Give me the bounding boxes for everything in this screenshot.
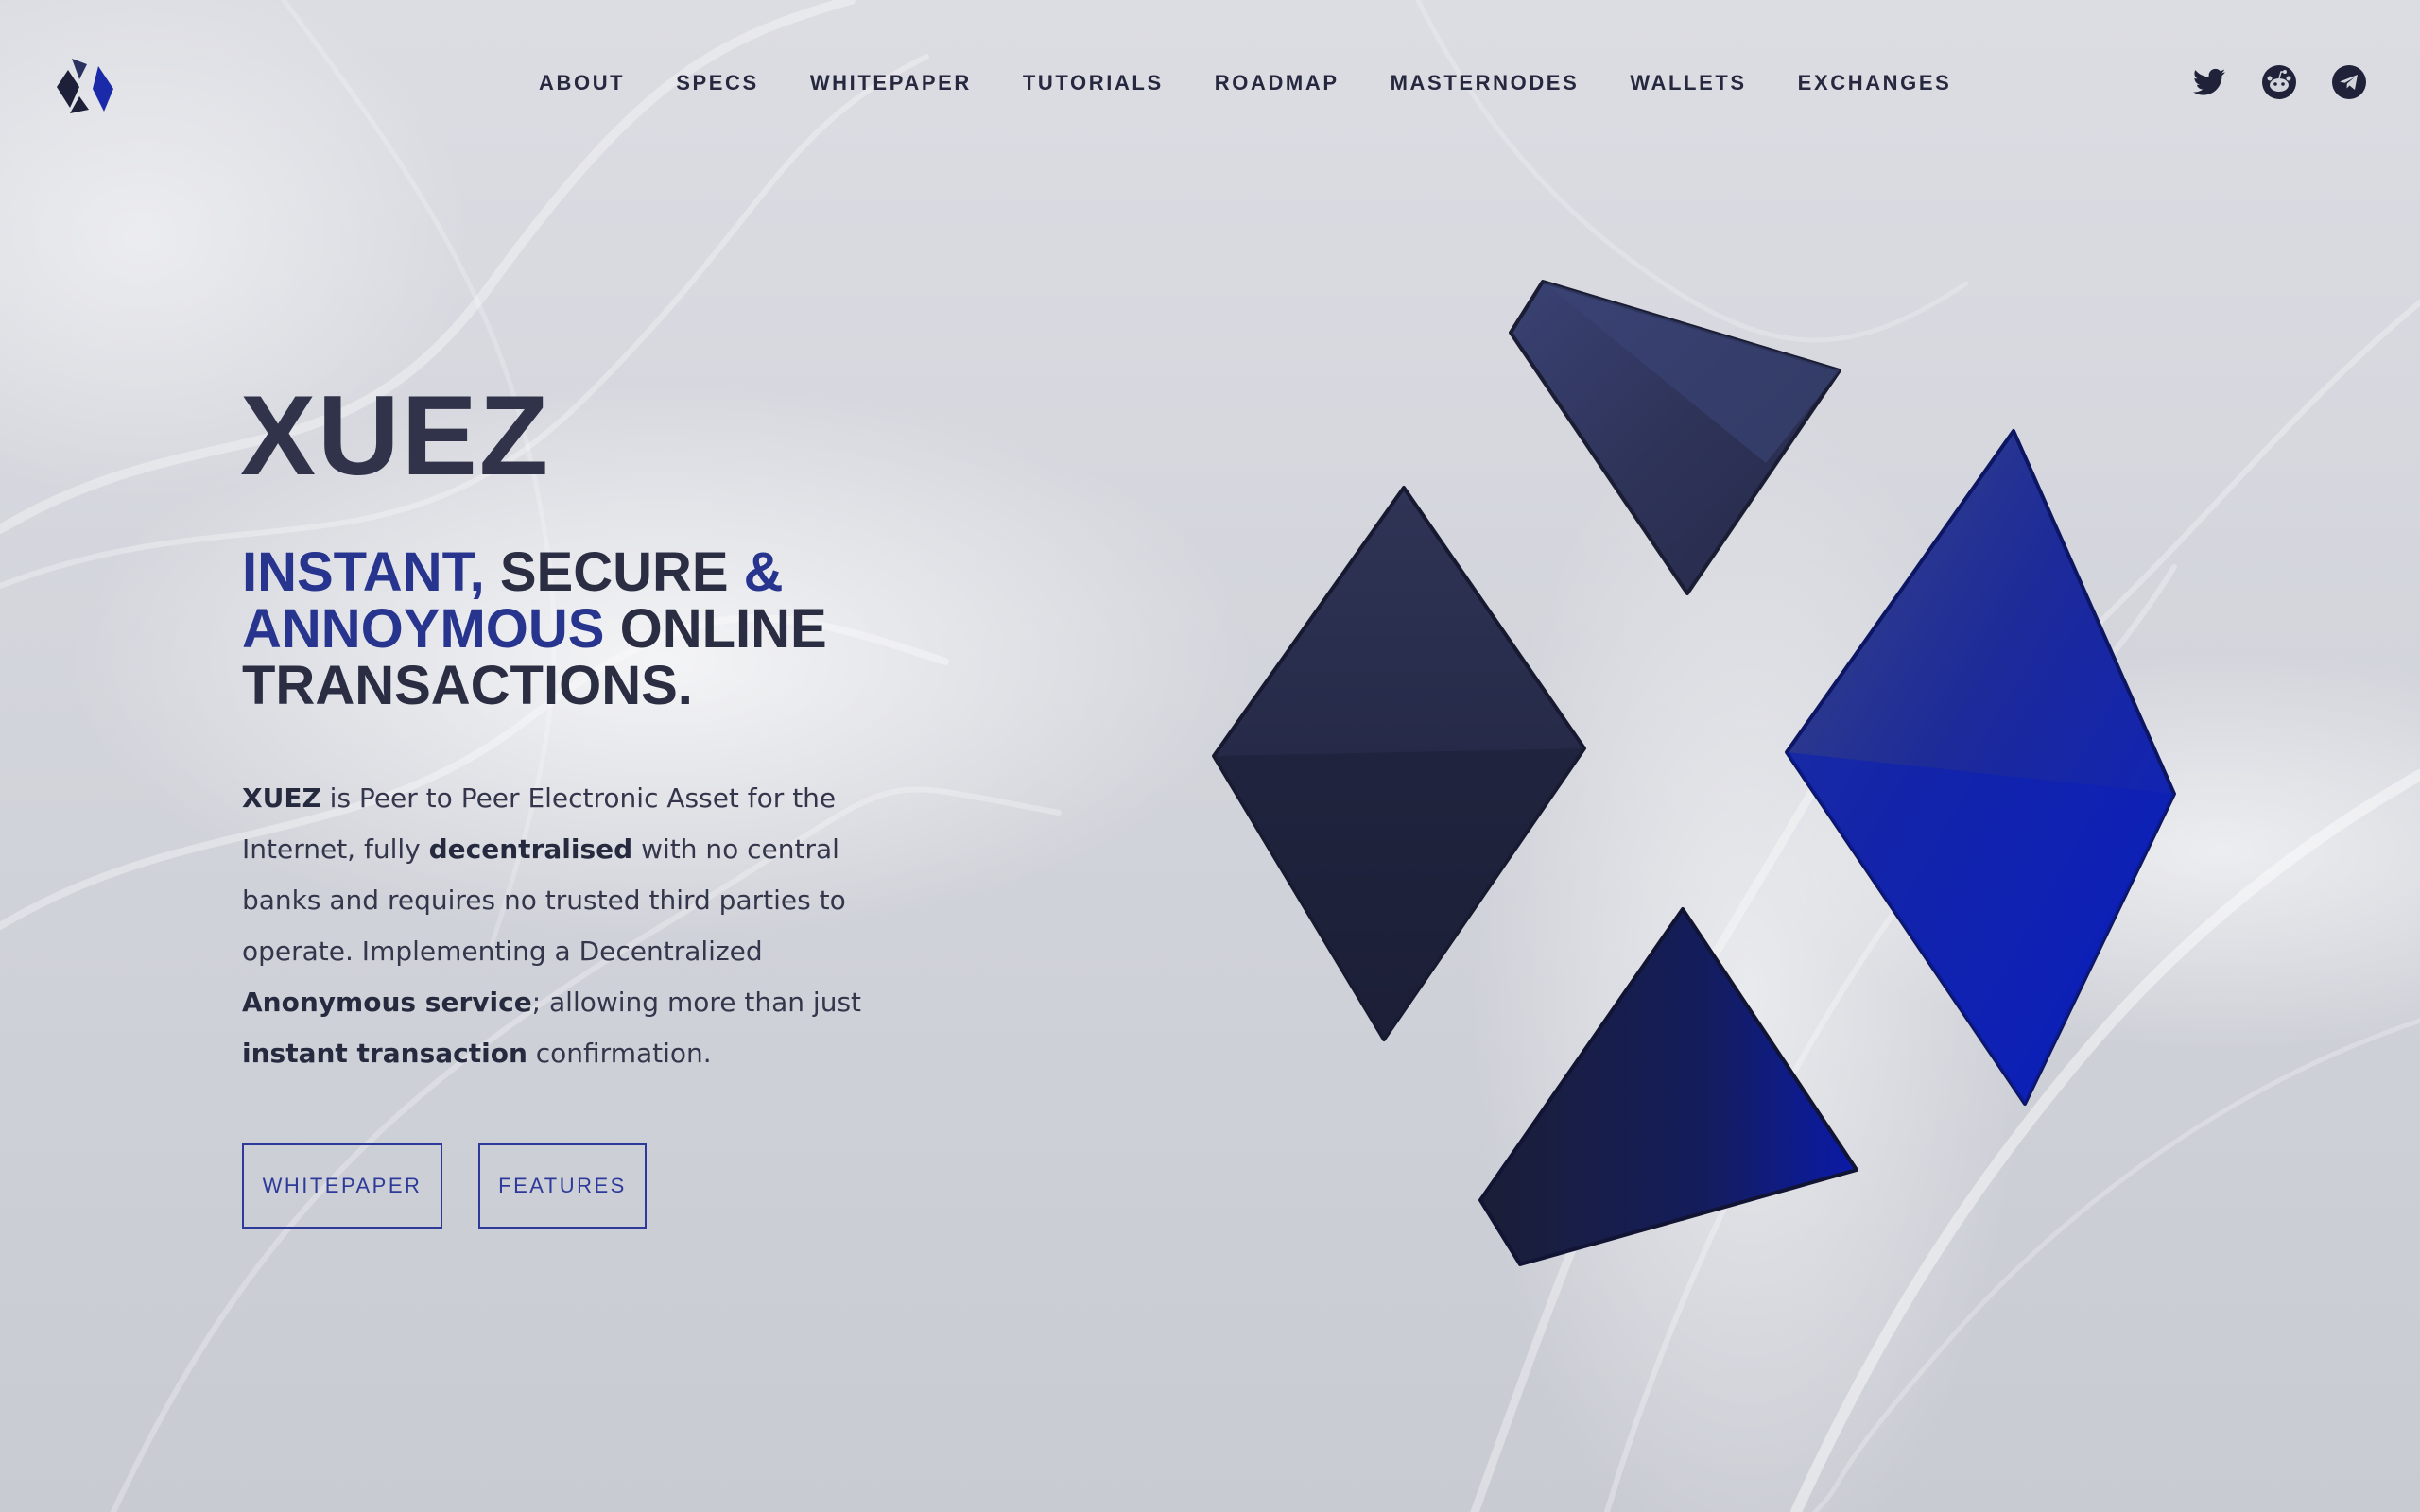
tagline-secure: SECURE — [484, 541, 744, 603]
tagline-transactions: TRANSACTIONS. — [242, 655, 693, 716]
xuez-emblem-graphic — [1212, 280, 2176, 1266]
tagline-ampersand: & — [743, 541, 784, 603]
desc-decentralised: decentralised — [428, 833, 633, 865]
xuez-logo-icon — [57, 59, 113, 113]
tagline-annoymous: ANNOYMOUS — [242, 598, 605, 660]
nav-whitepaper[interactable]: WHITEPAPER — [810, 68, 972, 98]
reddit-icon — [2262, 65, 2296, 99]
xuez-logo[interactable] — [55, 55, 115, 115]
twitter-button[interactable] — [2191, 64, 2227, 100]
main-nav: ABOUT SPECS WHITEPAPER TUTORIALS ROADMAP… — [539, 68, 2002, 98]
social-links — [2191, 64, 2367, 100]
desc-instant-transaction: instant transaction — [242, 1038, 527, 1069]
twitter-icon — [2193, 68, 2225, 95]
tagline-online: ONLINE — [604, 598, 827, 660]
desc-text-4: confirmation. — [527, 1038, 712, 1069]
desc-anonymous-service: Anonymous service — [242, 987, 532, 1018]
nav-wallets[interactable]: WALLETS — [1630, 68, 1746, 98]
nav-specs[interactable]: SPECS — [676, 68, 759, 98]
xuez-emblem — [1191, 265, 2203, 1285]
whitepaper-button[interactable]: WHITEPAPER — [242, 1143, 442, 1228]
telegram-icon — [2332, 65, 2366, 99]
nav-tutorials[interactable]: TUTORIALS — [1023, 68, 1164, 98]
nav-exchanges[interactable]: EXCHANGES — [1798, 68, 1952, 98]
desc-xuez: XUEZ — [242, 782, 321, 814]
desc-text-3: ; allowing more than just — [531, 987, 862, 1018]
nav-masternodes[interactable]: MASTERNODES — [1391, 68, 1580, 98]
reddit-button[interactable] — [2261, 64, 2297, 100]
hero-description: XUEZ is Peer to Peer Electronic Asset fo… — [242, 773, 923, 1079]
emblem-bottom-shard — [1478, 907, 1858, 1266]
tagline-instant: INSTANT, — [242, 541, 485, 603]
hero-tagline: INSTANT, SECURE & ANNOYMOUS ONLINE TRANS… — [242, 544, 960, 714]
features-button[interactable]: FEATURES — [478, 1143, 647, 1228]
nav-about[interactable]: ABOUT — [539, 68, 625, 98]
nav-roadmap[interactable]: ROADMAP — [1215, 68, 1340, 98]
telegram-button[interactable] — [2331, 64, 2367, 100]
hero-title: XUEZ — [240, 372, 551, 499]
